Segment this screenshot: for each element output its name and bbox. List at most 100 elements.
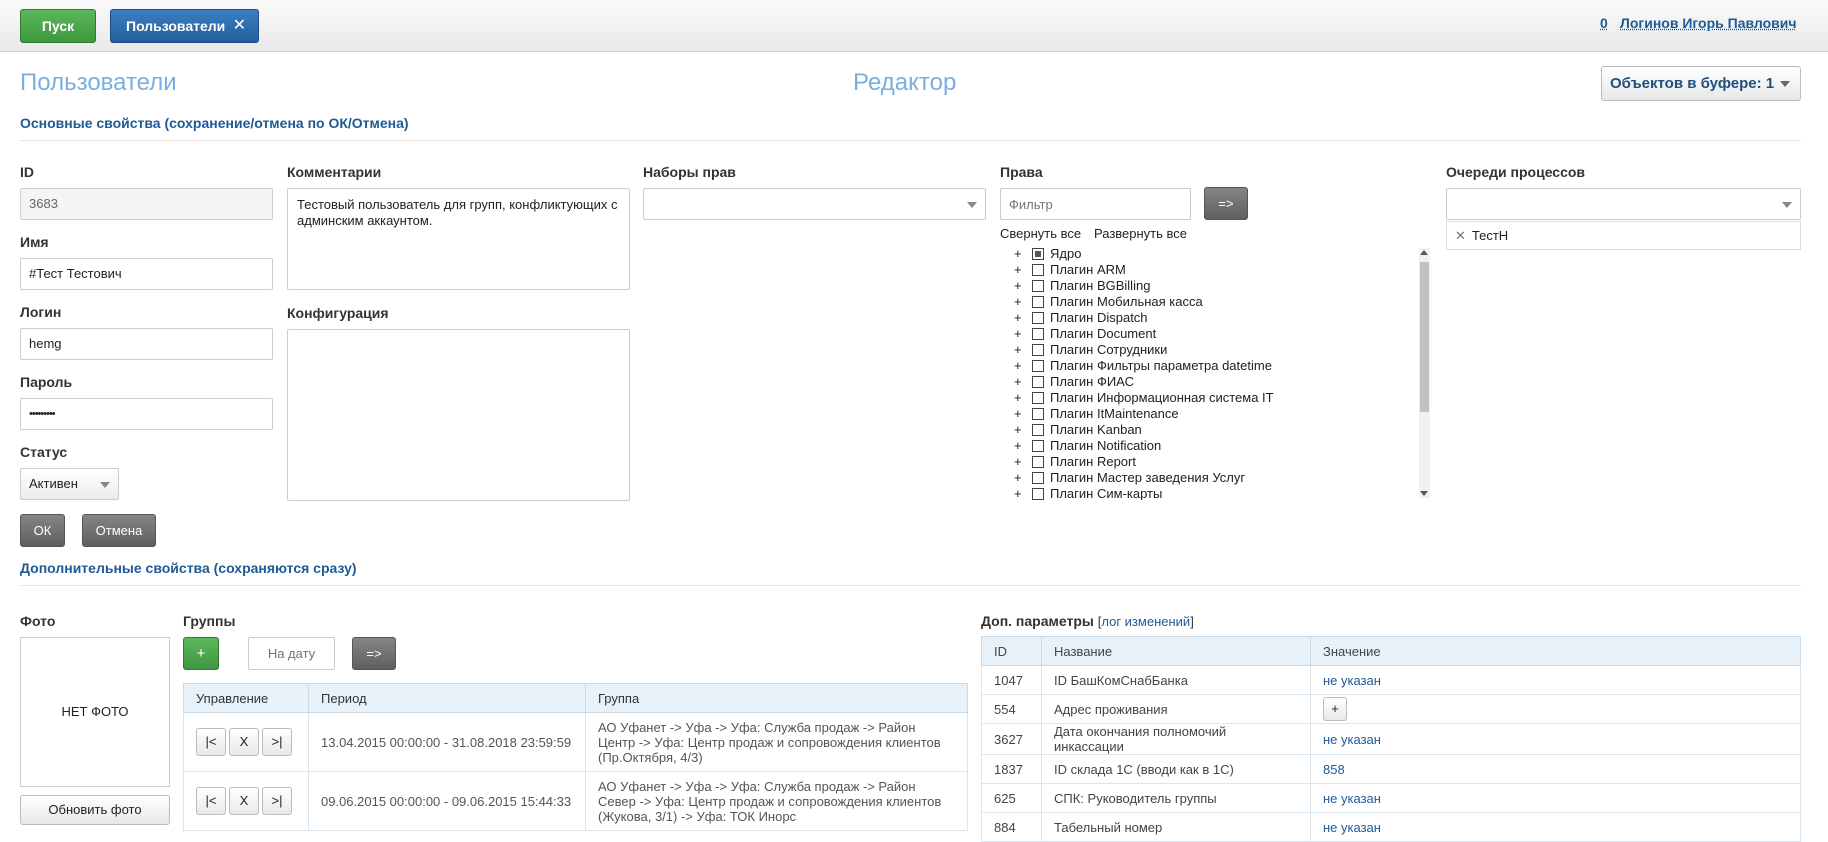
- period-start-button[interactable]: |<: [196, 728, 226, 756]
- expand-icon[interactable]: +: [1014, 406, 1022, 422]
- tree-item[interactable]: + Плагин Фильтры параметра datetime: [1000, 358, 1420, 374]
- delete-row-button[interactable]: X: [229, 787, 259, 815]
- expand-icon[interactable]: +: [1014, 422, 1022, 438]
- tree-item[interactable]: + Плагин Document: [1000, 326, 1420, 342]
- collapse-all-link[interactable]: Свернуть все: [1000, 226, 1081, 241]
- tree-item[interactable]: + Плагин Notification: [1000, 438, 1420, 454]
- tree-checkbox[interactable]: [1032, 456, 1044, 468]
- rights-label: Права: [1000, 164, 1043, 180]
- start-button[interactable]: Пуск: [20, 9, 96, 43]
- buffer-dropdown[interactable]: Объектов в буфере: 1: [1601, 66, 1801, 101]
- params-log-link[interactable]: лог изменений: [1101, 614, 1190, 629]
- period-start-button[interactable]: |<: [196, 787, 226, 815]
- user-name-link[interactable]: Логинов Игорь Павлович: [1620, 15, 1797, 31]
- expand-icon[interactable]: +: [1014, 310, 1022, 326]
- remove-chip-icon[interactable]: ✕: [1455, 228, 1466, 243]
- add-group-button[interactable]: +: [183, 637, 219, 670]
- tree-item[interactable]: + Плагин Сотрудники: [1000, 342, 1420, 358]
- tree-item-label: Плагин Мобильная касса: [1050, 294, 1203, 309]
- param-value-link[interactable]: не указан: [1323, 732, 1381, 747]
- tree-checkbox[interactable]: [1032, 296, 1044, 308]
- param-value-link[interactable]: не указан: [1323, 673, 1381, 688]
- expand-all-link[interactable]: Развернуть все: [1094, 226, 1187, 241]
- period-end-button[interactable]: >|: [262, 787, 292, 815]
- period-end-button[interactable]: >|: [262, 728, 292, 756]
- params-label: Доп. параметры: [981, 613, 1094, 629]
- scrollbar-thumb[interactable]: [1420, 262, 1429, 412]
- tree-item[interactable]: + Плагин ItMaintenance: [1000, 406, 1420, 422]
- name-field[interactable]: #Тест Тестович: [20, 258, 273, 290]
- expand-icon[interactable]: +: [1014, 454, 1022, 470]
- config-textarea[interactable]: [287, 329, 630, 501]
- tree-item[interactable]: + Ядро: [1000, 246, 1420, 262]
- tree-item[interactable]: + Плагин ФИАС: [1000, 374, 1420, 390]
- param-value-link[interactable]: не указан: [1323, 820, 1381, 835]
- tree-item[interactable]: + Плагин Мобильная касса: [1000, 294, 1420, 310]
- tree-item[interactable]: + Плагин BGBilling: [1000, 278, 1420, 294]
- param-name-cell: Адрес проживания: [1041, 694, 1311, 724]
- tab-users[interactable]: Пользователи ✕: [110, 9, 259, 43]
- login-field[interactable]: hemg: [20, 328, 273, 360]
- comments-textarea[interactable]: Тестовый пользователь для групп, конфлик…: [287, 188, 630, 290]
- scroll-up-icon[interactable]: [1420, 250, 1428, 255]
- tree-item[interactable]: + Плагин ARM: [1000, 262, 1420, 278]
- tree-checkbox[interactable]: [1032, 376, 1044, 388]
- tree-checkbox[interactable]: [1032, 488, 1044, 500]
- date-apply-button[interactable]: =>: [352, 637, 396, 670]
- tree-checkbox[interactable]: [1032, 392, 1044, 404]
- tree-checkbox[interactable]: [1032, 408, 1044, 420]
- rights-filter-input[interactable]: [1000, 188, 1191, 220]
- notification-count[interactable]: 0: [1600, 15, 1608, 31]
- add-param-value-button[interactable]: +: [1323, 697, 1347, 721]
- queues-select[interactable]: [1446, 188, 1801, 220]
- tree-item[interactable]: + Плагин Мастер заведения Услуг: [1000, 470, 1420, 486]
- delete-row-button[interactable]: X: [229, 728, 259, 756]
- expand-icon[interactable]: +: [1014, 342, 1022, 358]
- tree-checkbox[interactable]: [1032, 264, 1044, 276]
- param-value-link[interactable]: 858: [1323, 762, 1345, 777]
- expand-icon[interactable]: +: [1014, 390, 1022, 406]
- id-field[interactable]: 3683: [20, 188, 273, 220]
- tree-checkbox[interactable]: [1032, 312, 1044, 324]
- config-label: Конфигурация: [287, 305, 389, 321]
- expand-icon[interactable]: +: [1014, 278, 1022, 294]
- expand-icon[interactable]: +: [1014, 470, 1022, 486]
- tree-checkbox[interactable]: [1032, 328, 1044, 340]
- tree-item[interactable]: + Плагин Dispatch: [1000, 310, 1420, 326]
- expand-icon[interactable]: +: [1014, 358, 1022, 374]
- expand-icon[interactable]: +: [1014, 326, 1022, 342]
- tree-item[interactable]: + Плагин Информационная система IT: [1000, 390, 1420, 406]
- date-input[interactable]: [248, 637, 335, 670]
- tree-checkbox[interactable]: [1032, 424, 1044, 436]
- rightsets-select[interactable]: [643, 188, 986, 220]
- rights-apply-button[interactable]: =>: [1204, 187, 1248, 220]
- ok-button[interactable]: ОК: [20, 514, 65, 547]
- expand-icon[interactable]: +: [1014, 294, 1022, 310]
- tree-item[interactable]: + Плагин Сим-карты: [1000, 486, 1420, 500]
- expand-icon[interactable]: +: [1014, 262, 1022, 278]
- param-value-link[interactable]: не указан: [1323, 791, 1381, 806]
- tree-checkbox[interactable]: [1032, 248, 1044, 260]
- expand-icon[interactable]: +: [1014, 438, 1022, 454]
- expand-icon[interactable]: +: [1014, 246, 1022, 262]
- param-value-cell: +: [1310, 694, 1801, 724]
- expand-icon[interactable]: +: [1014, 486, 1022, 500]
- tree-checkbox[interactable]: [1032, 280, 1044, 292]
- cancel-button[interactable]: Отмена: [82, 514, 156, 547]
- tree-checkbox[interactable]: [1032, 360, 1044, 372]
- tree-checkbox[interactable]: [1032, 344, 1044, 356]
- expand-icon[interactable]: +: [1014, 374, 1022, 390]
- update-photo-button[interactable]: Обновить фото: [20, 795, 170, 825]
- tree-item[interactable]: + Плагин Kanban: [1000, 422, 1420, 438]
- rights-scrollbar[interactable]: [1419, 248, 1430, 498]
- password-field[interactable]: •••••••••: [20, 398, 273, 430]
- status-select[interactable]: Активен: [20, 468, 119, 500]
- close-icon[interactable]: ✕: [233, 10, 246, 42]
- tree-checkbox[interactable]: [1032, 440, 1044, 452]
- param-id-cell: 554: [981, 694, 1042, 724]
- param-name-cell: ID склада 1С (вводи как в 1С): [1041, 754, 1311, 784]
- tree-checkbox[interactable]: [1032, 472, 1044, 484]
- tree-item-label: Плагин Сим-карты: [1050, 486, 1163, 500]
- tree-item[interactable]: + Плагин Report: [1000, 454, 1420, 470]
- scroll-down-icon[interactable]: [1420, 491, 1428, 496]
